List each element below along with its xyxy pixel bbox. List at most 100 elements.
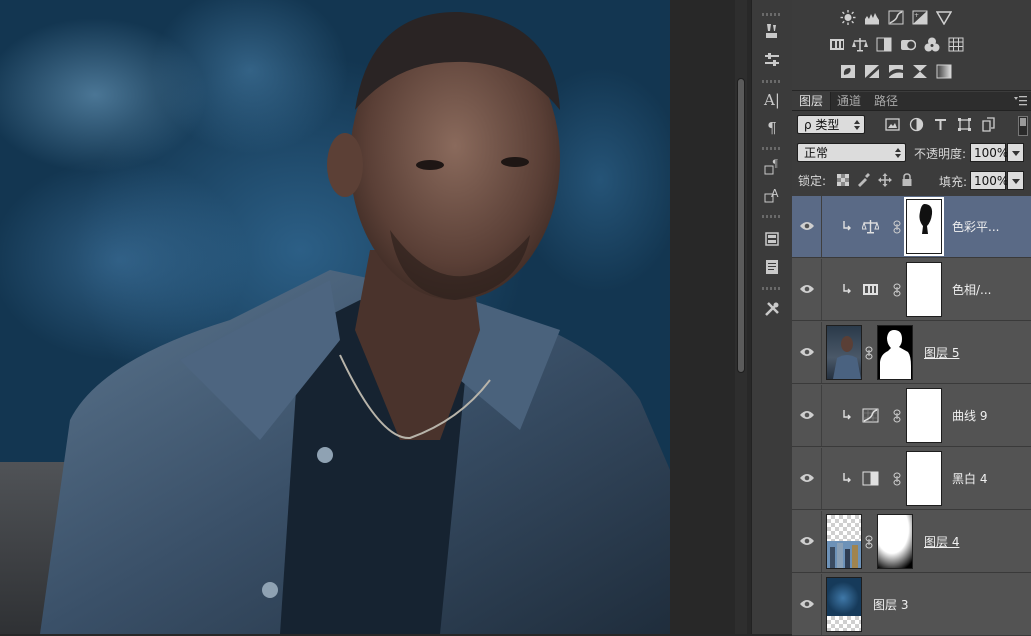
document-canvas[interactable]: [0, 0, 670, 634]
tab-layers[interactable]: 图层: [792, 92, 832, 110]
vibrance-icon[interactable]: [935, 10, 954, 26]
color-balance-icon[interactable]: [852, 37, 870, 53]
canvas-vertical-scrollbar[interactable]: [735, 0, 747, 634]
scrollbar-thumb[interactable]: [737, 78, 745, 373]
layer-filter-kind-select[interactable]: ρ 类型: [797, 115, 865, 134]
character-icon[interactable]: A|: [758, 89, 786, 111]
layers-list[interactable]: 色彩平... 色相/... 图层 5 曲线 9 黑白 4 图层 4 图层 3: [792, 196, 1031, 636]
fill-dropdown-button[interactable]: [1007, 171, 1024, 190]
canvas-pasteboard: [670, 0, 732, 634]
curves-icon[interactable]: [888, 10, 906, 26]
layer-mask-thumbnail[interactable]: [906, 451, 942, 506]
dock-grip[interactable]: [762, 147, 782, 150]
channel-mixer-icon[interactable]: [924, 37, 942, 53]
exposure-icon[interactable]: +: [912, 10, 930, 26]
tab-paths[interactable]: 路径: [867, 92, 905, 110]
mask-link-icon[interactable]: [893, 472, 901, 486]
dock-grip[interactable]: [762, 287, 782, 290]
layer-row[interactable]: 色彩平...: [792, 196, 1031, 258]
paragraph-icon[interactable]: ¶: [758, 117, 786, 139]
hue-saturation-icon[interactable]: [829, 37, 847, 53]
tool-presets-icon[interactable]: [758, 298, 786, 320]
layer-filter-toggle[interactable]: [1018, 116, 1028, 136]
eye-icon[interactable]: [799, 346, 815, 358]
invert-icon[interactable]: [840, 64, 858, 80]
svg-text:+: +: [914, 12, 919, 19]
opacity-input[interactable]: 100%: [970, 143, 1008, 162]
eye-icon[interactable]: [799, 283, 815, 295]
layer-mask-thumbnail[interactable]: [904, 197, 944, 256]
layer-mask-thumbnail[interactable]: [906, 388, 942, 443]
layer-mask-thumbnail[interactable]: [877, 325, 913, 380]
layer-name[interactable]: 图层 3: [873, 596, 908, 613]
layer-row[interactable]: 色相/...: [792, 259, 1031, 321]
layer-name[interactable]: 色彩平...: [952, 218, 999, 235]
brush-preset-icon[interactable]: [758, 20, 786, 42]
levels-icon[interactable]: [864, 10, 882, 26]
eye-icon[interactable]: [799, 220, 815, 232]
layer-name[interactable]: 图层 4: [924, 533, 959, 550]
gradient-map-icon[interactable]: [936, 64, 954, 80]
adjustment-filter-icon[interactable]: [909, 117, 925, 133]
lock-image-pixels-icon[interactable]: [856, 173, 872, 189]
brightness-contrast-icon[interactable]: [840, 10, 858, 26]
photo-filter-icon[interactable]: [900, 37, 918, 53]
paragraph-style-icon[interactable]: A: [758, 184, 786, 206]
mask-link-icon[interactable]: [893, 409, 901, 423]
pixel-filter-icon[interactable]: [885, 117, 901, 133]
tab-channels[interactable]: 通道: [830, 92, 868, 110]
black-white-icon[interactable]: [876, 37, 894, 53]
hue-saturation-icon: [863, 284, 878, 295]
panel-menu-icon[interactable]: [1013, 95, 1027, 107]
eye-icon[interactable]: [799, 472, 815, 484]
opacity-dropdown-button[interactable]: [1007, 143, 1024, 162]
layer-name[interactable]: 曲线 9: [952, 407, 987, 424]
layer-row[interactable]: 图层 3: [792, 574, 1031, 636]
curves-icon: [862, 408, 879, 423]
properties-icon[interactable]: [758, 228, 786, 250]
shape-filter-icon[interactable]: [957, 117, 973, 133]
layer-image-thumbnail[interactable]: [826, 577, 862, 632]
layer-mask-thumbnail[interactable]: [906, 262, 942, 317]
layer-image-thumbnail[interactable]: [826, 325, 862, 380]
clipping-arrow-icon: [843, 410, 851, 420]
brush-settings-icon[interactable]: [758, 49, 786, 71]
mask-link-icon[interactable]: [893, 220, 901, 234]
threshold-icon[interactable]: [888, 64, 906, 80]
layer-row[interactable]: 图层 4: [792, 511, 1031, 573]
clipping-arrow-icon: [843, 221, 851, 231]
type-filter-icon[interactable]: [933, 117, 949, 133]
smart-object-filter-icon[interactable]: [981, 117, 997, 133]
clipping-arrow-icon: [843, 473, 851, 483]
dock-grip[interactable]: [762, 215, 782, 218]
layer-name[interactable]: 色相/...: [952, 281, 992, 298]
layer-row[interactable]: 黑白 4: [792, 448, 1031, 510]
color-lookup-icon[interactable]: [948, 37, 966, 53]
character-style-icon[interactable]: ¶: [758, 156, 786, 178]
lock-position-icon[interactable]: [878, 173, 894, 189]
mask-link-icon[interactable]: [893, 283, 901, 297]
svg-text:¶: ¶: [772, 159, 778, 170]
mask-link-icon[interactable]: [865, 346, 873, 360]
notes-icon[interactable]: [758, 256, 786, 278]
black-white-icon: [862, 471, 879, 486]
layers-panel-tabs: 图层 通道 路径: [792, 92, 1031, 111]
eye-icon[interactable]: [799, 409, 815, 421]
posterize-icon[interactable]: [864, 64, 882, 80]
fill-input[interactable]: 100%: [970, 171, 1008, 190]
mask-link-icon[interactable]: [865, 535, 873, 549]
layer-mask-thumbnail[interactable]: [877, 514, 913, 569]
dock-grip[interactable]: [762, 13, 782, 16]
layer-row[interactable]: 图层 5: [792, 322, 1031, 384]
eye-icon[interactable]: [799, 598, 815, 610]
blend-mode-select[interactable]: 正常: [797, 143, 906, 162]
layer-name[interactable]: 图层 5: [924, 344, 959, 361]
selective-color-icon[interactable]: [912, 64, 930, 80]
lock-transparent-pixels-icon[interactable]: [836, 173, 852, 189]
lock-all-icon[interactable]: [900, 173, 916, 189]
layer-name[interactable]: 黑白 4: [952, 470, 987, 487]
dock-grip[interactable]: [762, 80, 782, 83]
eye-icon[interactable]: [799, 535, 815, 547]
layer-image-thumbnail[interactable]: [826, 514, 862, 569]
layer-row[interactable]: 曲线 9: [792, 385, 1031, 447]
